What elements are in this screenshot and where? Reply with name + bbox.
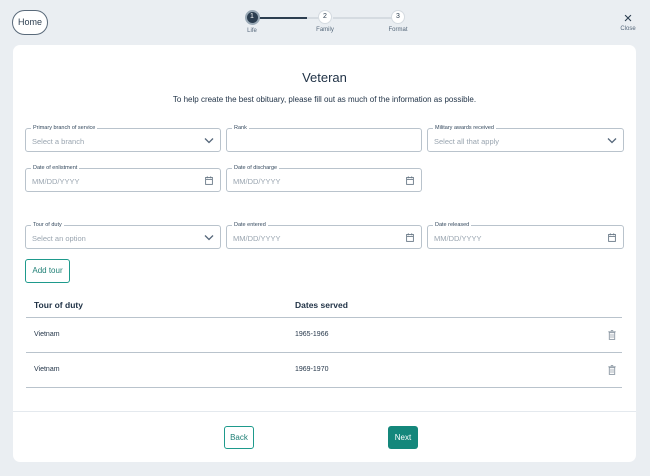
date-released-field[interactable]: Date released MM/DD/YYYY [427, 221, 624, 249]
step-number: 2 [318, 10, 332, 24]
tour-cell: Vietnam [34, 331, 60, 338]
tour-of-duty-select[interactable]: Tour of duty Select an option [25, 221, 221, 249]
tour-placeholder: Select an option [32, 234, 86, 243]
step-label: Life [247, 28, 257, 34]
table-row: Vietnam 1969-1970 [26, 353, 622, 388]
discharge-date-field[interactable]: Date of discharge MM/DD/YYYY [226, 164, 422, 192]
close-label: Close [620, 26, 636, 32]
released-placeholder: MM/DD/YYYY [434, 234, 482, 243]
dates-cell: 1969-1970 [295, 366, 329, 373]
enlistment-placeholder: MM/DD/YYYY [32, 177, 80, 186]
rank-field[interactable]: Rank [226, 124, 422, 152]
step-number: 1 [244, 10, 260, 25]
dates-cell: 1965-1966 [295, 331, 329, 338]
column-header-dates: Dates served [295, 300, 348, 310]
page-title: Veteran [302, 70, 347, 85]
step-number: 3 [391, 10, 405, 24]
back-button[interactable]: Back [224, 426, 254, 449]
step-life[interactable]: 1 Life [232, 10, 272, 34]
branch-select[interactable]: Primary branch of service Select a branc… [25, 124, 221, 152]
chevron-down-icon [607, 138, 617, 144]
close-button[interactable]: × Close [616, 10, 640, 32]
trash-icon[interactable] [608, 365, 616, 375]
home-button[interactable]: Home [12, 10, 48, 35]
add-tour-button[interactable]: Add tour [25, 259, 70, 283]
table-header-row: Tour of duty Dates served [26, 294, 622, 318]
tour-label: Tour of duty [31, 221, 64, 229]
table-row: Vietnam 1965-1966 [26, 318, 622, 353]
rank-label: Rank [232, 124, 249, 132]
trash-icon[interactable] [608, 330, 616, 340]
veteran-form-card: Veteran To help create the best obituary… [13, 45, 636, 462]
column-header-tour: Tour of duty [34, 300, 83, 310]
enlistment-date-field[interactable]: Date of enlistment MM/DD/YYYY [25, 164, 221, 192]
calendar-icon[interactable] [205, 176, 213, 185]
step-label: Format [388, 27, 408, 33]
entered-placeholder: MM/DD/YYYY [233, 234, 281, 243]
date-entered-field[interactable]: Date entered MM/DD/YYYY [226, 221, 422, 249]
branch-label: Primary branch of service [31, 124, 98, 132]
entered-label: Date entered [232, 221, 268, 229]
footer-divider [13, 411, 636, 412]
discharge-placeholder: MM/DD/YYYY [233, 177, 281, 186]
tour-cell: Vietnam [34, 366, 60, 373]
discharge-label: Date of discharge [232, 164, 280, 172]
calendar-icon[interactable] [406, 233, 414, 242]
step-family[interactable]: 2 Family [305, 10, 345, 33]
enlistment-label: Date of enlistment [31, 164, 80, 172]
awards-placeholder: Select all that apply [434, 137, 500, 146]
chevron-down-icon [204, 138, 214, 144]
calendar-icon[interactable] [406, 176, 414, 185]
calendar-icon[interactable] [608, 233, 616, 242]
awards-label: Military awards received [433, 124, 496, 132]
chevron-down-icon [204, 235, 214, 241]
released-label: Date released [433, 221, 472, 229]
page-subtitle: To help create the best obituary, please… [172, 95, 477, 104]
step-label: Family [316, 27, 334, 33]
awards-select[interactable]: Military awards received Select all that… [427, 124, 624, 152]
step-format[interactable]: 3 Format [378, 10, 418, 33]
next-button[interactable]: Next [388, 426, 418, 449]
tours-table: Tour of duty Dates served Vietnam 1965-1… [26, 294, 622, 388]
branch-placeholder: Select a branch [32, 137, 85, 146]
progress-stepper: 1 Life 2 Family 3 Format [240, 10, 412, 38]
close-icon: × [623, 10, 633, 27]
